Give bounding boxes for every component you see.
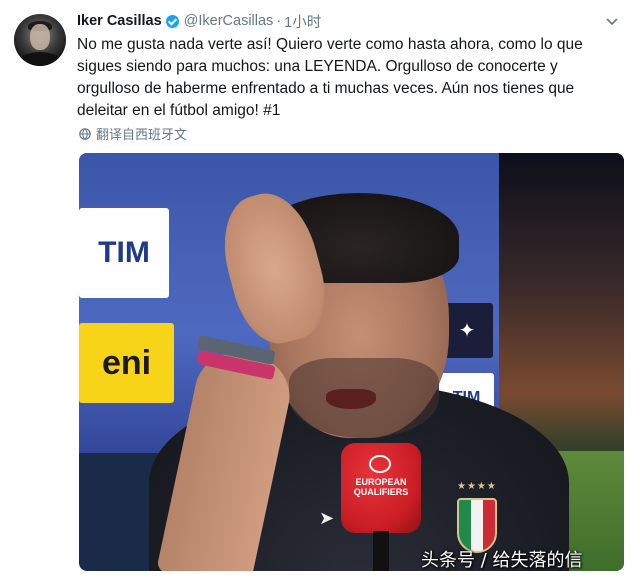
sponsor-tim-logo: TIM [79, 208, 169, 298]
avatar-face [30, 24, 50, 50]
avatar-shoulders [18, 52, 62, 66]
tweet-header: Iker Casillas @IkerCasillas · 1小时 [77, 11, 626, 31]
player-mouth [326, 389, 376, 409]
chevron-down-icon[interactable] [604, 13, 620, 29]
jersey-stars: ★★★★ [457, 481, 497, 492]
microphone-handle [373, 531, 389, 571]
qualifiers-heart-icon [369, 455, 391, 473]
jersey-puma-logo-icon: ➤ [319, 508, 335, 528]
microphone: EUROPEAN QUALIFIERS [341, 443, 421, 571]
author-avatar[interactable] [14, 14, 66, 66]
tweet-text: No me gusta nada verte así! Quiero verte… [77, 36, 583, 119]
verified-badge-icon [165, 14, 179, 28]
header-separator: · [276, 13, 282, 29]
translate-label: 翻译自西班牙文 [96, 127, 188, 142]
translate-tweet-link[interactable]: 翻译自西班牙文 [79, 124, 187, 143]
tweet-timestamp[interactable]: 1小时 [284, 11, 321, 32]
author-handle[interactable]: @IkerCasillas [184, 13, 274, 29]
photo-watermark: 头条号 / 给失落的信 [421, 550, 583, 571]
sponsor-eni-logo: eni [79, 323, 174, 403]
globe-icon [79, 127, 91, 140]
author-name[interactable]: Iker Casillas [77, 13, 162, 29]
italy-crest-icon [457, 498, 497, 553]
tweet-card: Iker Casillas @IkerCasillas · 1小时 No me … [0, 0, 640, 578]
tweet-photo[interactable]: TIM eni TIM ✦ ★★★★ ➤ EUROPEAN QUALIFIERS… [79, 153, 624, 571]
